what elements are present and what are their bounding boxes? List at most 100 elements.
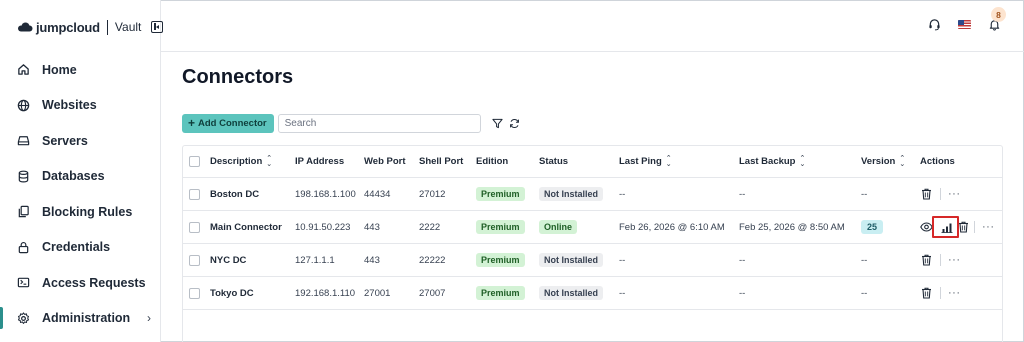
cell-web-port: 44434 <box>364 188 391 200</box>
chevron-right-icon: › <box>147 311 151 326</box>
header-status: Status <box>539 146 568 177</box>
row-checkbox[interactable] <box>189 188 200 200</box>
table-row[interactable]: Tokyo DC 192.168.1.110 27001 27007 Premi… <box>183 277 1002 310</box>
sidebar-item-databases[interactable]: Databases <box>0 159 161 195</box>
cell-last-ping: -- <box>619 254 626 266</box>
cell-last-backup: -- <box>739 287 746 299</box>
header-label: Web Port <box>364 156 406 167</box>
page-title: Connectors <box>182 66 294 88</box>
trash-icon[interactable] <box>919 286 933 300</box>
row-select-cell <box>189 244 200 276</box>
trash-icon[interactable] <box>919 187 933 201</box>
cell-ip-address: 192.168.1.110 <box>295 287 356 299</box>
sidebar-item-home[interactable]: Home <box>0 52 161 88</box>
cell-shell-port: 2222 <box>419 221 441 233</box>
eye-icon[interactable] <box>919 220 933 234</box>
header-label: Last Backup <box>739 156 796 167</box>
add-connector-button[interactable]: + Add Connector <box>182 113 274 133</box>
cell-edition: Premium <box>476 211 525 243</box>
sidebar-item-label: Administration <box>42 311 131 326</box>
us-flag-icon[interactable] <box>956 16 972 32</box>
status-badge: Not Installed <box>539 286 604 300</box>
brand-divider <box>106 19 108 35</box>
sidebar-item-access-requests[interactable]: Access Requests <box>0 265 161 301</box>
refresh-icon[interactable] <box>508 117 521 130</box>
header-label: Description <box>210 156 263 167</box>
product-name: Vault <box>114 20 142 34</box>
header-description[interactable]: Description ⌃ ⌄ <box>210 146 272 177</box>
header-actions: Actions <box>920 146 955 177</box>
sidebar-item-servers[interactable]: Servers <box>0 123 161 159</box>
table-row[interactable]: Main Connector 10.91.50.223 443 2222 Pre… <box>183 211 1002 244</box>
table-row[interactable]: Boston DC 198.168.1.100 44434 27012 Prem… <box>183 178 1002 211</box>
select-all-cell <box>189 146 200 177</box>
header-last-ping[interactable]: Last Ping ⌃ ⌄ <box>619 146 672 177</box>
more-actions-icon[interactable]: ··· <box>948 254 961 266</box>
edition-badge: Premium <box>476 187 525 201</box>
bell-icon[interactable]: 8 <box>986 7 1006 32</box>
highlight-box <box>932 216 959 238</box>
cloud-logo-icon <box>18 22 33 32</box>
action-divider <box>940 287 941 299</box>
cell-version: 25 <box>861 211 884 243</box>
cell-actions <box>919 211 933 243</box>
header-label: IP Address <box>295 156 345 167</box>
version-badge: 25 <box>861 220 884 234</box>
header-label: Status <box>539 156 569 167</box>
table-row[interactable]: NYC DC 127.1.1.1 443 22222 Premium Not I… <box>183 244 1002 277</box>
sort-icon: ⌃ ⌄ <box>665 154 672 168</box>
table-header: Description ⌃ ⌄ IP Address Web Port Shell … <box>183 146 1002 178</box>
header-version[interactable]: Version ⌃ ⌄ <box>861 146 905 177</box>
cell-description: Main Connector <box>210 221 282 233</box>
action-divider <box>974 221 975 233</box>
header-ip-address: IP Address <box>295 146 344 177</box>
cell-shell-port: 27007 <box>419 287 446 299</box>
flag-graphic <box>957 19 971 29</box>
action-divider <box>940 254 941 266</box>
add-connector-label: Add Connector <box>198 117 267 129</box>
sidebar-item-credentials[interactable]: Credentials <box>0 230 161 266</box>
sidebar-item-blocking-rules[interactable]: Blocking Rules <box>0 194 161 230</box>
more-actions-icon[interactable]: ··· <box>982 221 995 233</box>
more-actions-icon[interactable]: ··· <box>948 188 961 200</box>
filter-icon[interactable] <box>491 117 504 130</box>
cell-status: Not Installed <box>539 178 604 210</box>
row-checkbox[interactable] <box>189 287 200 299</box>
sidebar-item-label: Blocking Rules <box>42 204 133 219</box>
cell-description: Boston DC <box>210 188 260 200</box>
cell-shell-port: 22222 <box>419 254 446 266</box>
header-last-backup[interactable]: Last Backup ⌃ ⌄ <box>739 146 805 177</box>
cell-last-backup: -- <box>739 254 746 266</box>
sidebar-item-label: Databases <box>42 169 105 184</box>
cell-actions: ··· <box>919 178 961 210</box>
database-icon <box>16 169 30 183</box>
header-shell-port: Shell Port <box>419 146 463 177</box>
home-icon <box>16 63 30 77</box>
sidebar-item-label: Credentials <box>42 240 111 255</box>
sidebar-item-websites[interactable]: Websites <box>0 88 161 124</box>
gear-icon <box>16 311 30 325</box>
sidebar-item-administration[interactable]: Administration › <box>0 301 161 337</box>
more-actions-icon[interactable]: ··· <box>948 287 961 299</box>
row-checkbox[interactable] <box>189 254 200 266</box>
search-input[interactable] <box>277 113 481 133</box>
headset-icon[interactable] <box>926 16 942 32</box>
globe-icon <box>16 98 30 112</box>
cell-web-port: 443 <box>364 254 380 266</box>
trash-icon[interactable] <box>919 253 933 267</box>
select-all-checkbox[interactable] <box>189 156 200 167</box>
cell-shell-port: 27012 <box>419 188 446 200</box>
table-toolbar: + Add Connector <box>182 113 521 133</box>
row-checkbox[interactable] <box>189 221 200 233</box>
cell-edition: Premium <box>476 178 525 210</box>
cell-web-port: 27001 <box>364 287 391 299</box>
status-badge: Online <box>539 220 578 234</box>
brand: jumpcloud Vault <box>17 17 164 37</box>
cell-status: Not Installed <box>539 244 604 276</box>
cell-version: -- <box>861 188 868 200</box>
access-requests-icon <box>16 276 30 290</box>
header-label: Last Ping <box>619 156 662 167</box>
topbar-actions: 8 <box>926 7 1006 32</box>
jumpcloud-logo[interactable]: jumpcloud <box>17 20 100 35</box>
status-badge: Not Installed <box>539 253 604 267</box>
